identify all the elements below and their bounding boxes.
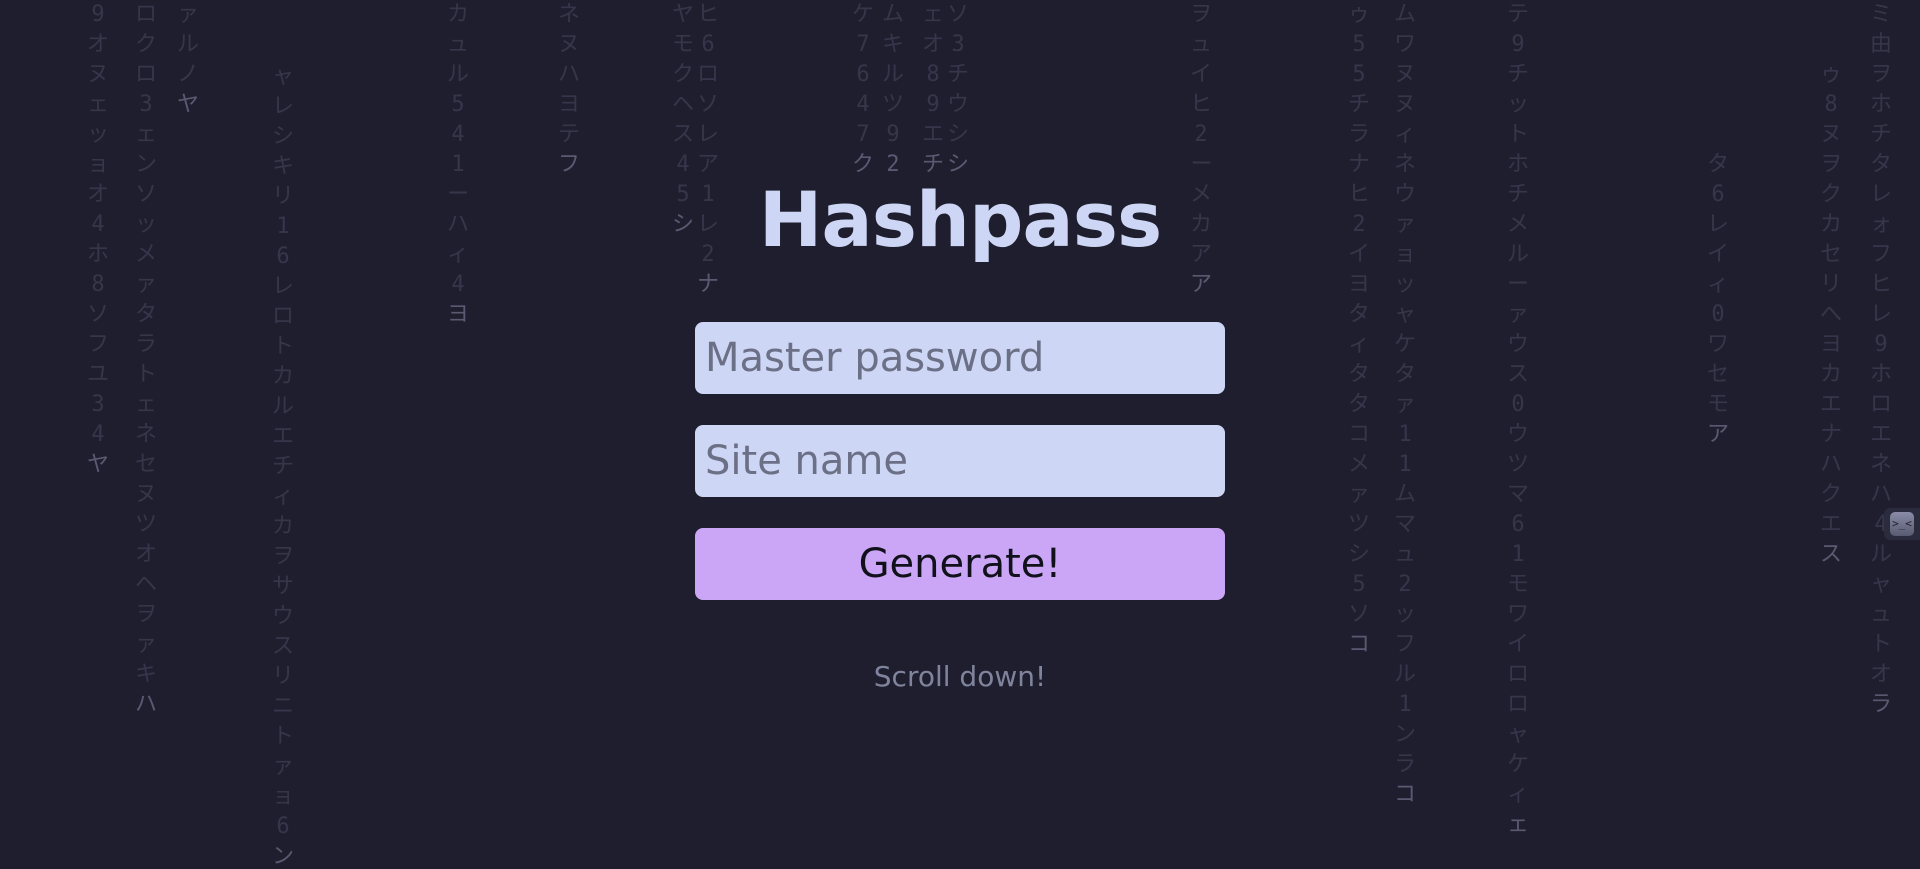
app-title: Hashpass	[758, 175, 1162, 264]
main-panel: Hashpass Generate! Scroll down!	[0, 0, 1920, 869]
generate-button[interactable]: Generate!	[695, 528, 1225, 600]
scroll-hint: Scroll down!	[873, 660, 1047, 693]
site-name-input[interactable]	[695, 425, 1225, 497]
terminal-face-icon[interactable]: >_<	[1890, 512, 1914, 536]
extension-side-tab[interactable]: >_<	[1884, 508, 1920, 540]
master-password-input[interactable]	[695, 322, 1225, 394]
